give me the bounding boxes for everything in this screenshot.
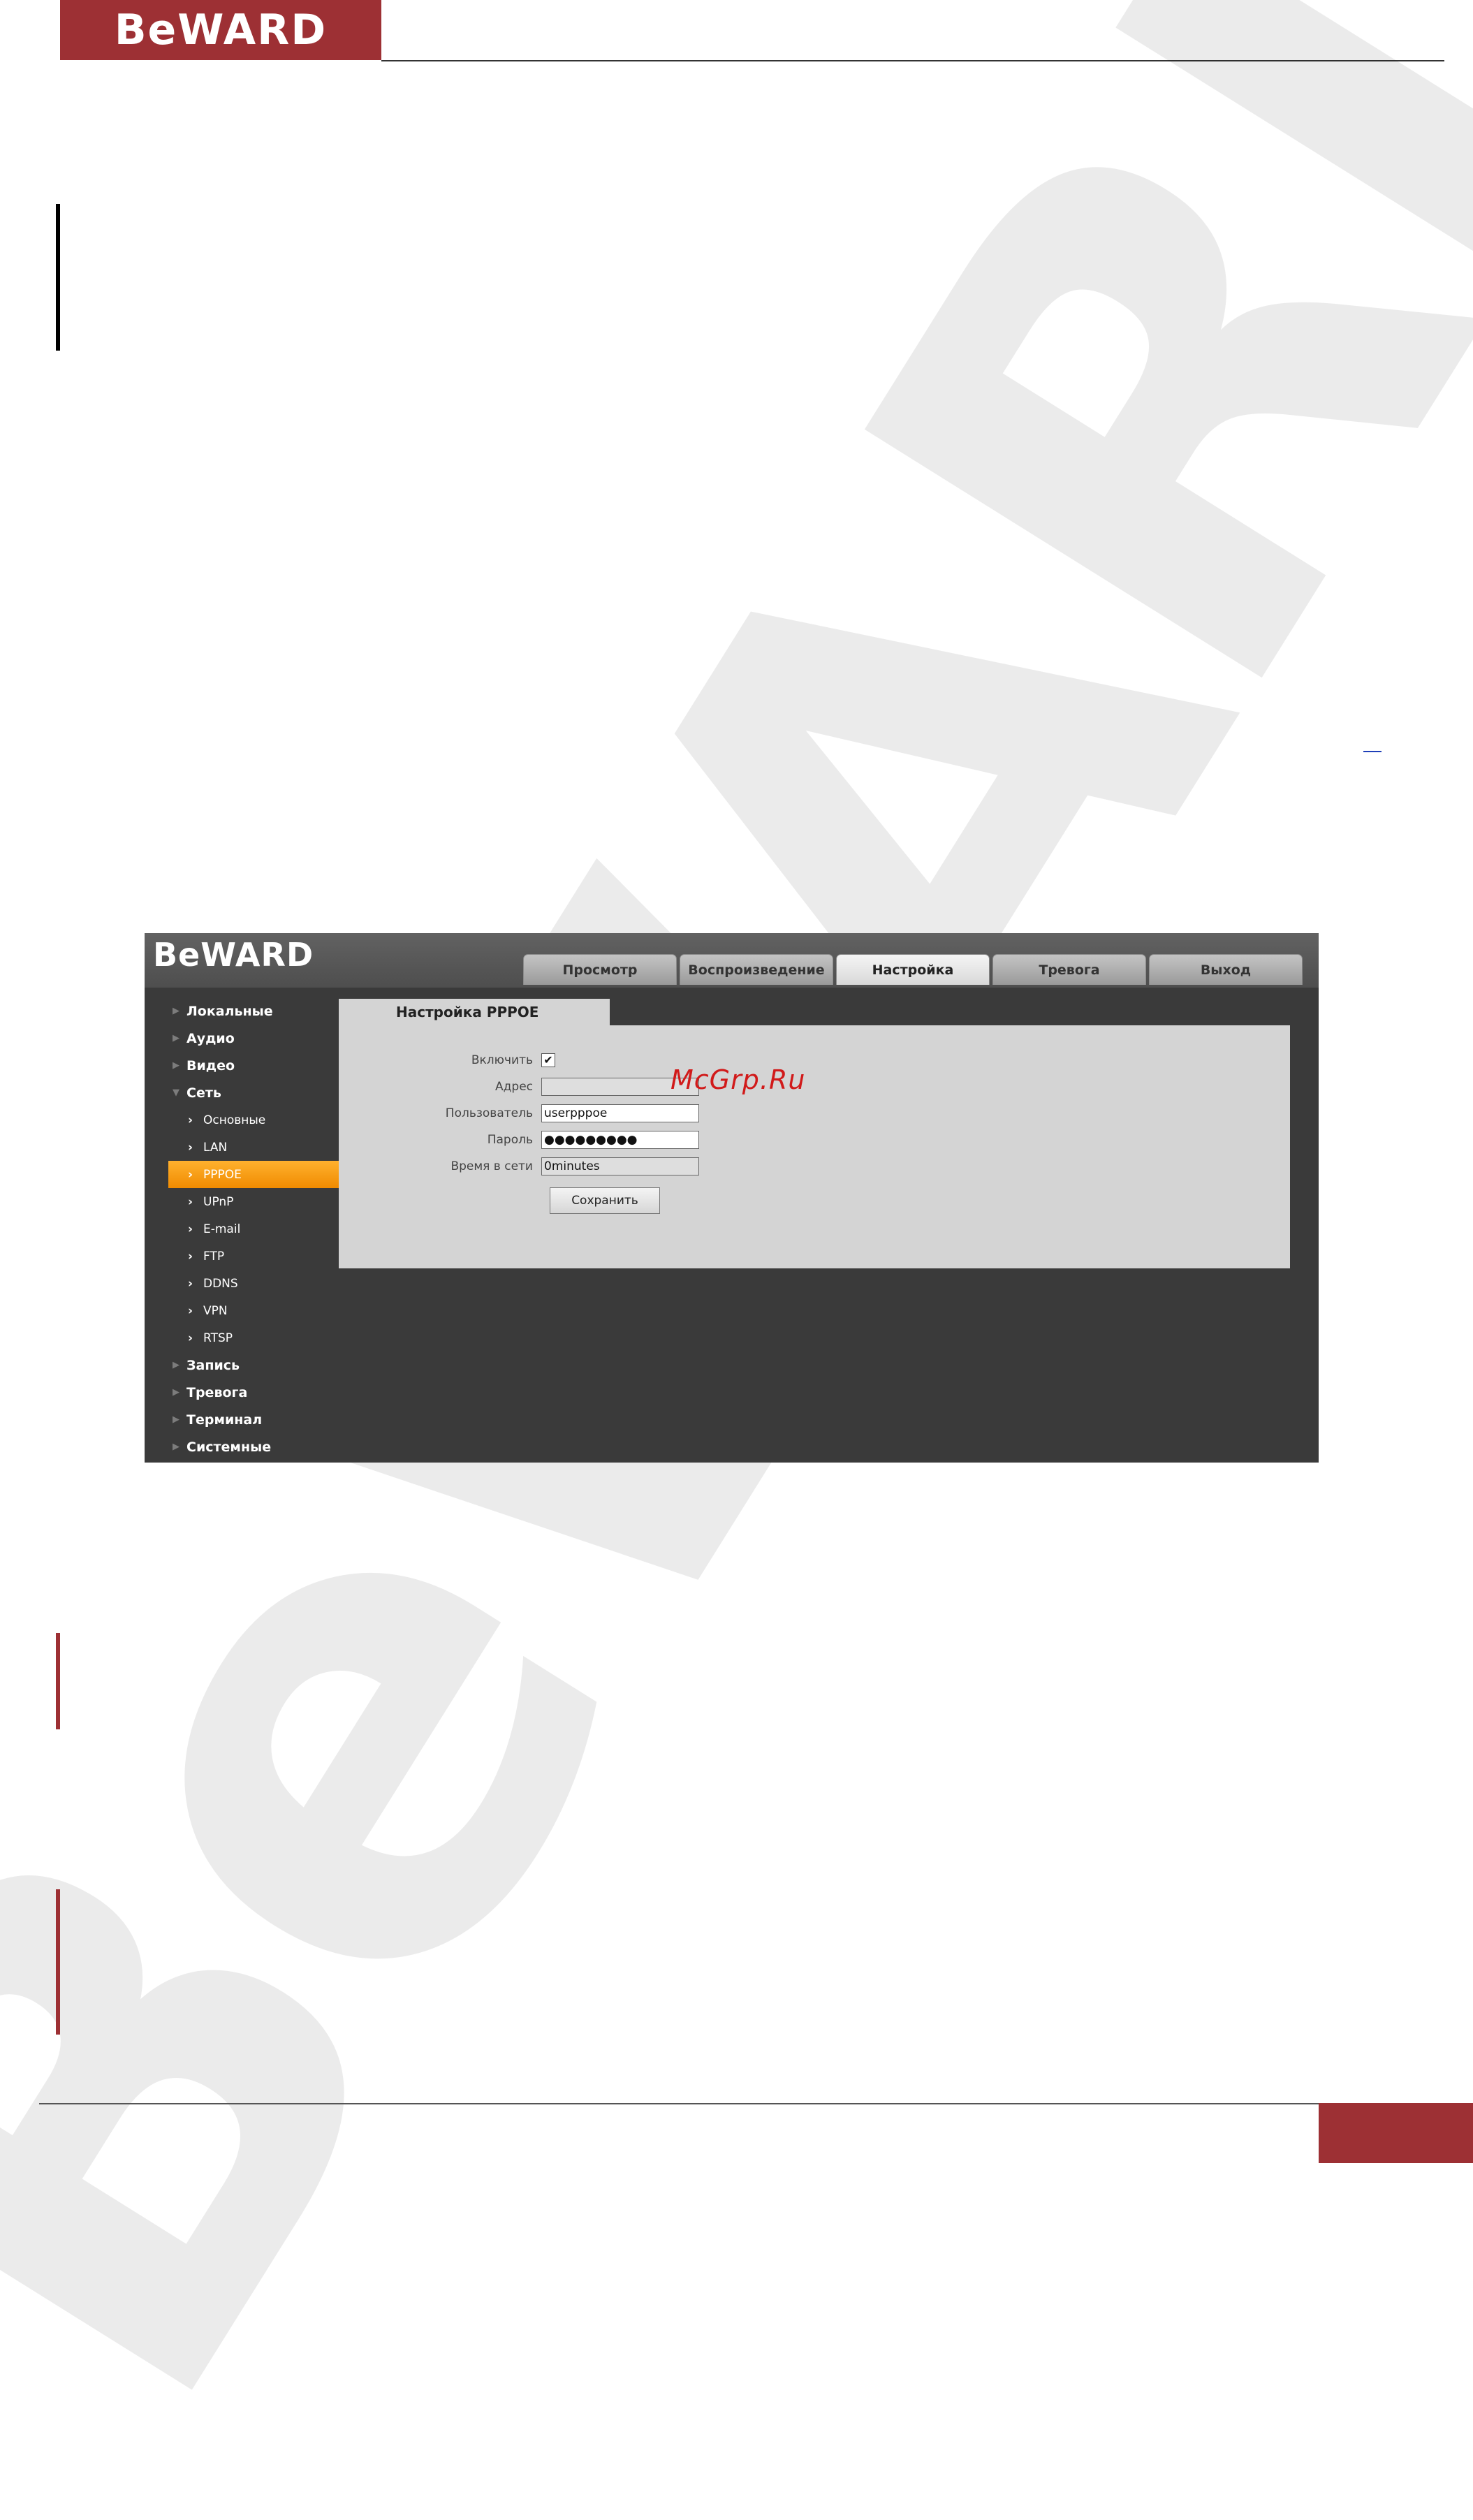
app-logo: BeWARD	[153, 936, 314, 974]
beward-header-logo: BeWARD	[60, 0, 381, 60]
mcgrp-watermark: McGrp.Ru	[670, 1064, 806, 1095]
chevron-right-icon: ›	[188, 1113, 193, 1127]
password-label: Пароль	[487, 1133, 533, 1147]
sidebar-item-pppoe[interactable]: › PPPOE	[168, 1161, 342, 1188]
footer-rule	[39, 2103, 1319, 2104]
online-time-field	[541, 1157, 699, 1175]
collapsed-arrow-icon: ▶	[173, 1414, 179, 1425]
tab-alarm[interactable]: Тревога	[992, 954, 1146, 985]
chevron-right-icon: ›	[188, 1303, 193, 1318]
online-time-row: Время в сети	[339, 1157, 699, 1176]
pppoe-settings-panel: Включить ✔ Адрес Пользователь Пароль Вре…	[339, 1025, 1290, 1268]
collapsed-arrow-icon: ▶	[173, 1360, 179, 1370]
enable-checkbox[interactable]: ✔	[541, 1053, 555, 1067]
password-row: Пароль	[339, 1130, 699, 1150]
sidebar-item-upnp[interactable]: › UPnP	[168, 1188, 343, 1215]
sidebar-item-terminal[interactable]: ▶ Терминал	[168, 1406, 343, 1433]
sidebar-item-email[interactable]: › E-mail	[168, 1215, 343, 1243]
tab-settings[interactable]: Настройка	[836, 954, 990, 985]
expanded-arrow-icon: ▼	[173, 1087, 179, 1098]
collapsed-arrow-icon: ▶	[173, 1387, 179, 1398]
chevron-right-icon: ›	[188, 1331, 193, 1345]
sidebar-item-video[interactable]: ▶ Видео	[168, 1052, 343, 1079]
sidebar-item-local[interactable]: ▶ Локальные	[168, 997, 343, 1025]
tab-logout[interactable]: Выход	[1149, 954, 1303, 985]
footnote-link-mark[interactable]	[1363, 751, 1382, 752]
sidebar-item-ddns[interactable]: › DDNS	[168, 1270, 343, 1297]
sidebar-item-network-basic[interactable]: › Основные	[168, 1106, 343, 1134]
sidebar-item-rtsp[interactable]: › RTSP	[168, 1324, 343, 1351]
user-row: Пользователь	[339, 1104, 699, 1123]
pppoe-panel-title: Настройка PPPOE	[339, 999, 610, 1025]
collapsed-arrow-icon: ▶	[173, 1060, 179, 1071]
tab-view[interactable]: Просмотр	[523, 954, 677, 985]
chevron-right-icon: ›	[188, 1276, 193, 1291]
address-row: Адрес	[339, 1077, 699, 1097]
collapsed-arrow-icon: ▶	[173, 1033, 179, 1043]
footer-page-block	[1319, 2103, 1473, 2163]
online-time-label: Время в сети	[450, 1159, 533, 1173]
sidebar-item-lan[interactable]: › LAN	[168, 1134, 343, 1161]
chevron-right-icon: ›	[188, 1222, 193, 1236]
sidebar-item-audio[interactable]: ▶ Аудио	[168, 1025, 343, 1052]
enable-label: Включить	[471, 1053, 533, 1067]
chevron-right-icon: ›	[188, 1194, 193, 1209]
address-label: Адрес	[495, 1080, 533, 1094]
collapsed-arrow-icon: ▶	[173, 1006, 179, 1016]
save-button[interactable]: Сохранить	[550, 1187, 660, 1214]
user-label: Пользователь	[445, 1106, 533, 1120]
enable-row: Включить ✔	[339, 1050, 555, 1070]
app-top-bar: BeWARD Просмотр Воспроизведение Настройк…	[145, 933, 1319, 988]
sidebar-item-record[interactable]: ▶ Запись	[168, 1351, 343, 1379]
camera-web-interface: BeWARD Просмотр Воспроизведение Настройк…	[145, 933, 1319, 1463]
header-rule	[381, 60, 1444, 61]
chevron-right-icon: ›	[188, 1167, 193, 1182]
chevron-right-icon: ›	[188, 1140, 193, 1155]
sidebar-item-ftp[interactable]: › FTP	[168, 1243, 343, 1270]
margin-bar-red-2	[56, 1889, 60, 2035]
sidebar-item-alarm[interactable]: ▶ Тревога	[168, 1379, 343, 1406]
collapsed-arrow-icon: ▶	[173, 1442, 179, 1452]
margin-bar-black	[56, 204, 60, 351]
sidebar-item-vpn[interactable]: › VPN	[168, 1297, 343, 1324]
tab-playback[interactable]: Воспроизведение	[680, 954, 833, 985]
settings-sidebar: ▶ Локальные ▶ Аудио ▶ Видео ▼ Сеть › Основные…	[168, 997, 343, 1460]
margin-bar-red-1	[56, 1633, 60, 1729]
password-input[interactable]	[541, 1131, 699, 1149]
sidebar-item-network[interactable]: ▼ Сеть	[168, 1079, 343, 1106]
chevron-right-icon: ›	[188, 1249, 193, 1263]
username-input[interactable]	[541, 1104, 699, 1122]
main-tabs: Просмотр Воспроизведение Настройка Трево…	[523, 954, 1303, 985]
sidebar-item-system[interactable]: ▶ Системные	[168, 1433, 343, 1460]
